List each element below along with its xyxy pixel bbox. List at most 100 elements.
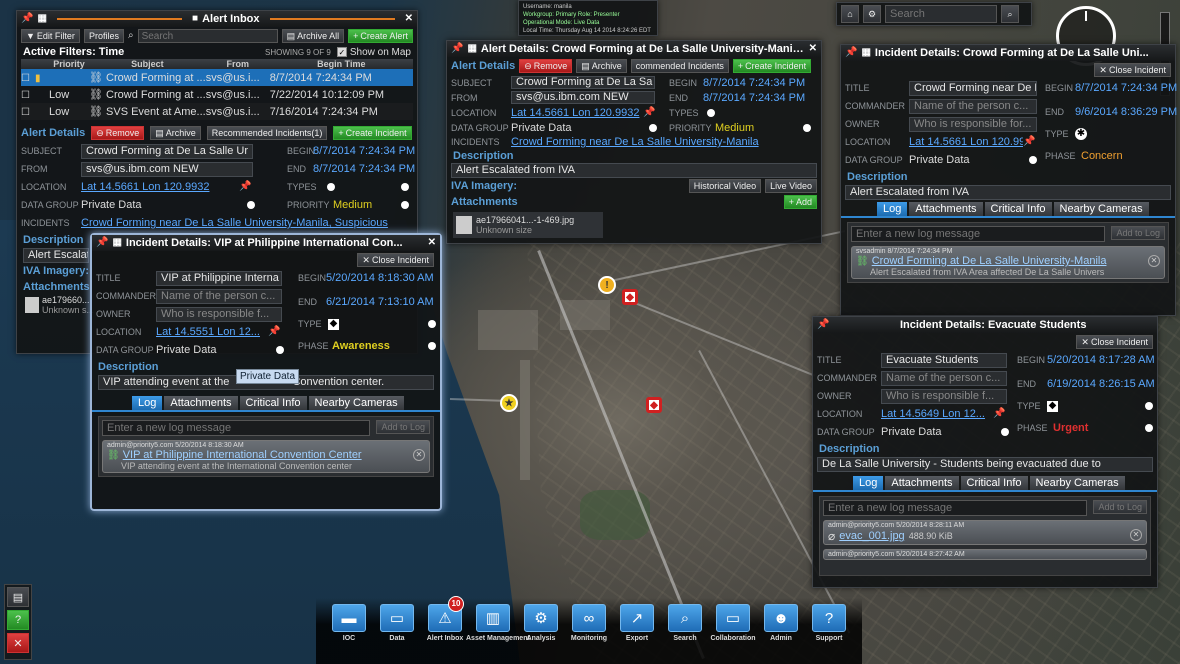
dropdown-icon[interactable] — [428, 342, 436, 350]
show-on-map-checkbox[interactable]: ✓ — [336, 47, 347, 57]
dropdown-icon[interactable] — [649, 123, 657, 132]
alert-search-input[interactable] — [137, 29, 278, 43]
table-row[interactable]: ☐ Low ⛓ SVS Event at Ame... svs@us.i... … — [21, 103, 413, 120]
checkbox-icon[interactable]: ☐ — [21, 107, 30, 118]
close-incident-button[interactable]: ✕ Close Incident — [1094, 63, 1171, 77]
title-field[interactable]: VIP at Philippine Interna — [156, 270, 282, 286]
archive-button[interactable]: ▤ Archive — [576, 59, 627, 73]
home-icon[interactable]: ⌂ — [841, 5, 859, 23]
map-search-input[interactable] — [885, 5, 997, 23]
toolbar-analysis[interactable]: ⚙ Analysis — [524, 604, 558, 642]
dropdown-icon[interactable] — [1001, 428, 1009, 436]
exit-icon[interactable]: ✕ — [7, 633, 29, 653]
live-video-button[interactable]: Live Video — [765, 179, 817, 193]
toolbar-monitoring[interactable]: ∞ Monitoring — [571, 604, 607, 642]
edit-filter-button[interactable]: ▼ Edit Filter — [21, 29, 80, 43]
archive-all-button[interactable]: ▤ Archive All — [281, 29, 345, 43]
pin-icon[interactable]: 📌 — [21, 14, 33, 24]
tab-nearby-cameras[interactable]: Nearby Cameras — [308, 396, 404, 410]
location-link[interactable]: Lat 14.5661 Lon 120.9932 — [81, 181, 239, 193]
pin-icon[interactable]: 📌 — [643, 107, 655, 118]
column-header-from[interactable]: From — [206, 59, 270, 69]
column-header-subject[interactable]: Subject — [89, 59, 206, 69]
vip-marker-icon[interactable]: ★ — [500, 394, 518, 412]
log-message-input[interactable] — [102, 420, 371, 436]
tab-log[interactable]: Log — [877, 202, 908, 216]
commander-field[interactable]: Name of the person c... — [156, 288, 282, 304]
table-row[interactable]: ☐ ▮ ⛓ Crowd Forming at ... svs@us.i... 8/… — [21, 69, 413, 86]
commander-field[interactable]: Name of the person c... — [881, 370, 1007, 386]
pin-icon[interactable]: 📌 — [451, 44, 463, 54]
remove-button[interactable]: ⊖ Remove — [519, 59, 573, 73]
tab-log[interactable]: Log — [132, 396, 163, 410]
begin-value[interactable]: 5/20/2014 8:17:28 AM — [1047, 354, 1155, 366]
incidents-link[interactable]: Crowd Forming near De La Salle Universit… — [511, 136, 801, 148]
owner-field[interactable]: Who is responsible f... — [156, 306, 282, 322]
tab-nearby-cameras[interactable]: Nearby Cameras — [1029, 476, 1125, 490]
location-link[interactable]: Lat 14.5661 Lon 120.9932 — [511, 107, 643, 119]
from-field[interactable]: svs@us.ibm.com NEW — [81, 161, 253, 177]
begin-value[interactable]: 8/7/2014 7:24:34 PM — [703, 77, 805, 89]
close-icon[interactable]: ✕ — [405, 14, 413, 24]
table-row[interactable]: ☐ Low ⛓ Crowd Forming at ... svs@us.i...… — [21, 86, 413, 103]
dropdown-icon[interactable] — [1029, 156, 1037, 164]
begin-value[interactable]: 8/7/2014 7:24:34 PM — [1075, 82, 1177, 94]
description-field[interactable]: Alert Escalated from IVA — [451, 163, 817, 178]
tab-critical-info[interactable]: Critical Info — [960, 476, 1028, 490]
pin-icon[interactable]: 📌 — [239, 182, 251, 192]
incident-marker-icon[interactable]: ◆ — [646, 397, 662, 413]
tab-attachments[interactable]: Attachments — [164, 396, 238, 410]
subject-field[interactable]: Crowd Forming at De La Salle Ur — [81, 143, 253, 159]
from-field[interactable]: svs@us.ibm.com NEW — [511, 91, 655, 104]
profiles-button[interactable]: Profiles — [83, 29, 124, 43]
close-icon[interactable]: ✕ — [1148, 255, 1160, 267]
archive-button[interactable]: ▤ Archive — [150, 126, 201, 140]
tab-attachments[interactable]: Attachments — [909, 202, 983, 216]
add-to-log-button[interactable]: Add to Log — [1111, 226, 1165, 240]
dropdown-icon[interactable] — [428, 320, 436, 328]
log-message-input[interactable] — [823, 500, 1088, 516]
toolbar-alert-inbox[interactable]: ⚠ Alert Inbox 10 — [427, 596, 464, 643]
close-icon[interactable]: ✕ — [428, 238, 436, 248]
remove-button[interactable]: ⊖ Remove — [91, 126, 145, 140]
end-value[interactable]: 8/7/2014 7:24:34 PM — [703, 92, 805, 104]
log-entry-title[interactable]: VIP at Philippine International Conventi… — [123, 449, 362, 461]
tab-critical-info[interactable]: Critical Info — [239, 396, 307, 410]
log-entry[interactable]: admin@priority5.com 5/20/2014 8:28:11 AM… — [823, 520, 1147, 545]
incident-marker-icon[interactable]: ◆ — [622, 289, 638, 305]
dropdown-icon[interactable] — [1145, 402, 1153, 410]
log-entry-title[interactable]: evac_001.jpg — [839, 530, 904, 542]
pin-icon[interactable]: 📌 — [817, 320, 829, 330]
pin-icon[interactable]: 📌 — [268, 327, 280, 337]
begin-value[interactable]: 5/20/2014 8:18:30 AM — [326, 272, 434, 284]
close-incident-button[interactable]: ✕ Close Incident — [1076, 335, 1153, 349]
pin-icon[interactable]: 📌 — [845, 48, 857, 58]
end-value[interactable]: 9/6/2014 8:36:29 PM — [1075, 106, 1177, 118]
add-attachment-button[interactable]: + Add — [783, 195, 817, 209]
create-alert-button[interactable]: + Create Alert — [348, 29, 413, 43]
search-icon[interactable]: ⌕ — [1001, 5, 1019, 23]
close-icon[interactable]: ✕ — [413, 449, 425, 461]
tab-log[interactable]: Log — [853, 476, 884, 490]
recommended-incidents-button[interactable]: Recommended Incidents(1) — [206, 126, 328, 140]
create-incident-button[interactable]: + Create Incident — [732, 59, 812, 73]
alert-marker-icon[interactable]: ! — [598, 276, 616, 294]
add-to-log-button[interactable]: Add to Log — [376, 420, 430, 434]
location-link[interactable]: Lat 14.5649 Lon 12... — [881, 408, 993, 420]
dropdown-icon[interactable] — [276, 346, 284, 354]
close-icon[interactable]: ✕ — [809, 44, 817, 54]
settings-icon[interactable]: ⚙ — [863, 5, 881, 23]
toolbar-ioc[interactable]: ▬ IOC — [332, 604, 366, 642]
print-icon[interactable]: ▤ — [7, 587, 29, 607]
column-header-priority[interactable]: Priority — [49, 59, 89, 69]
column-header-begin-time[interactable]: Begin Time — [270, 59, 413, 69]
title-field[interactable]: Crowd Forming near De La — [909, 80, 1037, 96]
dropdown-icon[interactable] — [401, 183, 409, 191]
dropdown-icon[interactable] — [803, 123, 811, 132]
recommended-incidents-button[interactable]: commended Incidents — [630, 59, 729, 73]
toolbar-search[interactable]: ⌕ Search — [668, 604, 702, 642]
log-message-input[interactable] — [851, 226, 1106, 242]
toolbar-data[interactable]: ▭ Data — [380, 604, 414, 642]
incidents-link[interactable]: Crowd Forming near De La Salle Universit… — [81, 217, 401, 229]
tab-critical-info[interactable]: Critical Info — [984, 202, 1052, 216]
